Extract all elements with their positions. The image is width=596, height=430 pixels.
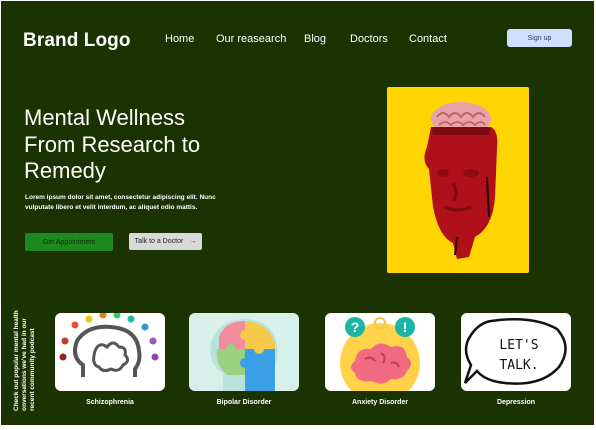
hero-lead-text: Lorem ipsum dolor sit amet, consectetur … (25, 194, 216, 211)
brand-logo[interactable]: Brand Logo (23, 30, 131, 52)
puzzle-head-icon (210, 319, 278, 391)
hero-illustration (387, 87, 529, 273)
podcast-side-text: Check out popular mental health onversat… (13, 301, 55, 411)
brain-head-icon (59, 313, 159, 377)
page: Brand Logo Home Our reasearch Blog Docto… (1, 1, 594, 425)
get-appointment-button[interactable]: Get Appointment (25, 233, 113, 251)
signup-button[interactable]: Sign up (507, 29, 572, 47)
card-label-schizophrenia: Schizophrenia (86, 399, 134, 406)
headline-line-2: From Research to (24, 131, 201, 157)
question-mark-icon: ? (351, 319, 360, 335)
card-schizophrenia[interactable] (55, 313, 165, 391)
card-label-bipolar-disorder: Bipolar Disorder (216, 399, 272, 406)
podcast-side-label: Check out popular mental health onversat… (13, 310, 36, 411)
card-label-anxiety-disorder: Anxiety Disorder (351, 399, 409, 406)
card-bipolar-disorder[interactable] (189, 313, 299, 391)
card-anxiety-disorder[interactable]: ? ! (325, 313, 435, 391)
nav-doctors[interactable]: Doctors (350, 33, 388, 45)
anxious-brain-icon: ? ! (340, 317, 420, 391)
headline-line-1: Mental Wellness (24, 105, 185, 130)
nav-home[interactable]: Home (165, 33, 194, 45)
exclamation-mark-icon: ! (403, 319, 408, 335)
red-head-brain-image (424, 102, 498, 259)
nav-contact[interactable]: Contact (409, 33, 447, 45)
talk-to-doctor-label: Talk to a Doctor (134, 238, 184, 245)
card-depression[interactable]: LET'S TALK. (461, 313, 571, 391)
talk-text: TALK. (499, 358, 538, 373)
headline-line-3: Remedy (24, 158, 106, 183)
arrow-right-icon: → (189, 238, 197, 245)
hero-headline: Mental Wellness From Research to Remedy (24, 105, 284, 185)
nav-blog[interactable]: Blog (304, 33, 326, 45)
lets-text: LET'S (499, 338, 538, 353)
nav-our-research[interactable]: Our reasearch (216, 33, 286, 45)
lets-talk-speech-bubble-icon: LET'S TALK. (463, 317, 567, 385)
card-label-depression: Depression (496, 399, 536, 406)
talk-to-doctor-button[interactable]: Talk to a Doctor → (129, 233, 202, 250)
